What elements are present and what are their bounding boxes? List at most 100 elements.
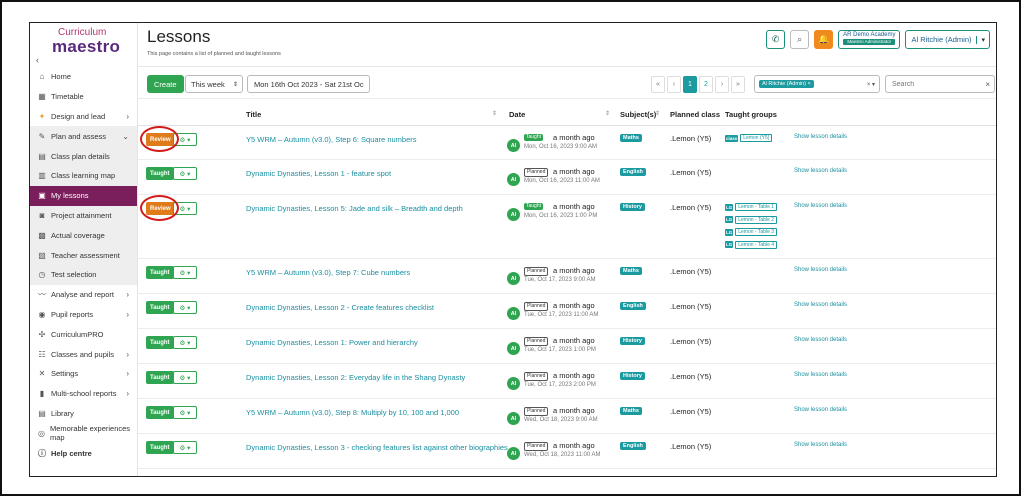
show-lesson-details-link[interactable]: Show lesson details [794,302,847,308]
sidebar-nav: ⌂ Home ▦ Timetable ✦ Design and lead › ✎ Plan an… [30,67,137,463]
sidebar-item-plan-and-assess[interactable]: ✎ Plan and assess ⌄ [30,126,137,147]
lesson-title-link[interactable]: Dynamic Dynasties, Lesson 1: Power and h… [246,338,418,347]
status-button[interactable]: Taught [146,406,174,419]
sidebar-item-multi-school-reports[interactable]: ▮ Multi-school reports › [30,384,137,404]
sidebar-item-label: Analyse and report [51,290,114,300]
sidebar-item-help-centre[interactable]: ⓘ Help centre [30,443,137,463]
clear-search-icon[interactable]: × [985,80,990,89]
sidebar-item-teacher-assessment[interactable]: ▨ Teacher assessment [30,245,137,265]
sort-icon[interactable]: ⇕ [605,110,610,117]
page-nav-button[interactable]: ‹ [667,76,681,93]
gear-icon[interactable]: ⚙ ▾ [173,336,197,349]
sidebar-item-timetable[interactable]: ▦ Timetable [30,87,137,107]
col-title[interactable]: Title [246,110,261,119]
group-name: Lemon - Table 3 [735,228,778,236]
show-lesson-details-link[interactable]: Show lesson details [794,267,847,273]
lesson-title-link[interactable]: Dynamic Dynasties, Lesson 5: Jade and si… [246,204,463,213]
lesson-title-link[interactable]: Dynamic Dynasties, Lesson 2: Everyday li… [246,373,465,382]
show-lesson-details-link[interactable]: Show lesson details [794,442,847,448]
status-button[interactable]: Taught [146,301,174,314]
week-select-value: This week [191,79,225,89]
show-lesson-details-link[interactable]: Show lesson details [794,337,847,343]
sidebar-item-label: Actual coverage [51,230,105,240]
show-lesson-details-link[interactable]: Show lesson details [794,372,847,378]
phone-icon[interactable]: ✆ [766,30,786,49]
page-nav-button[interactable]: » [731,76,745,93]
sidebar-item-actual-coverage[interactable]: ▩ Actual coverage [30,225,137,246]
col-date[interactable]: Date [509,110,525,119]
teacher-chip[interactable]: Al Ritchie (Admin) × [759,80,814,88]
chevron-down-icon[interactable]: ▾ [976,35,989,44]
search-icon[interactable]: ⌕ [790,30,810,49]
collapse-sidebar-icon[interactable]: ‹ [36,55,39,65]
planned-class: .Lemon (Y5) [670,267,712,276]
user-menu-button[interactable]: Al Ritchie (Admin) ▾ [905,30,990,49]
page-nav-button[interactable]: › [715,76,729,93]
status-button[interactable]: Taught [146,371,174,384]
filter-clear-dropdown-icon[interactable]: × ▾ [867,81,875,88]
sidebar-item-test-selection[interactable]: ◷ Test selection [30,264,137,285]
sidebar-item-settings[interactable]: ✕ Settings › [30,364,137,384]
sidebar-item-home[interactable]: ⌂ Home [30,67,137,87]
sort-icon[interactable]: ⇕ [492,110,497,117]
lesson-title-link[interactable]: Dynamic Dynasties, Lesson 2 - Create fea… [246,303,434,312]
page-nav-button[interactable]: « [651,76,665,93]
lesson-title-link[interactable]: Dynamic Dynasties, Lesson 1 - feature sp… [246,169,391,178]
clipboard-icon: ▨ [38,250,46,260]
relative-time: a month ago [553,441,595,450]
group-type-badge: LG [725,216,734,223]
sidebar-item-analyse-and-report[interactable]: 〰 Analyse and report › [30,285,137,305]
page-2-button[interactable]: 2 [699,76,713,93]
sidebar-item-curriculumpro[interactable]: ✣ CurriculumPRO [30,324,137,344]
teacher-filter[interactable]: Al Ritchie (Admin) × × ▾ [754,75,880,93]
sidebar-item-pupil-reports[interactable]: ◉ Pupil reports › [30,305,137,325]
show-lesson-details-link[interactable]: Show lesson details [794,134,847,140]
sidebar-item-classes-and-pupils[interactable]: ☷ Classes and pupils › [30,344,137,364]
page-1-button[interactable]: 1 [683,76,697,93]
library-icon: ▤ [38,408,46,418]
lesson-title-link[interactable]: Y5 WRM – Autumn (v3.0), Step 6: Square n… [246,135,417,144]
sort-icon[interactable]: ⇕ [655,110,660,117]
sidebar-item-design-and-lead[interactable]: ✦ Design and lead › [30,107,137,127]
search-box: × [885,75,995,93]
lesson-title-link[interactable]: Dynamic Dynasties, Lesson 3 - checking f… [246,443,508,452]
gear-icon[interactable]: ⚙ ▾ [173,371,197,384]
sidebar-item-library[interactable]: ▤ Library [30,404,137,424]
status-button[interactable]: Taught [146,167,174,180]
gear-icon[interactable]: ⚙ ▾ [173,266,197,279]
search-input[interactable] [892,80,982,88]
gear-icon[interactable]: ⚙ ▾ [173,167,197,180]
lesson-title-link[interactable]: Y5 WRM – Autumn (v3.0), Step 8: Multiply… [246,408,459,417]
gear-icon[interactable]: ⚙ ▾ [173,406,197,419]
show-lesson-details-link[interactable]: Show lesson details [794,407,847,413]
col-subjects[interactable]: Subject(s) [620,110,656,119]
table-header: Title ⇕ Date ⇕ Subject(s) ⇕ Planned clas… [138,100,996,126]
logo[interactable]: Curriculum maestro ‹ [30,23,137,67]
show-lesson-details-link[interactable]: Show lesson details [794,168,847,174]
calendar-icon: ▦ [38,92,46,102]
sidebar-item-class-learning-map[interactable]: ▥ Class learning map [30,165,137,186]
academy-switcher[interactable]: AR Demo Academy Maestro Administrator [838,30,901,49]
sidebar-item-project-attainment[interactable]: ◙ Project attainment [30,205,137,226]
table-row: Review ⚙ ▾ Dynamic Dynasties, Lesson 5: Ja… [138,195,996,259]
week-select[interactable]: This week ⇕ [185,75,243,93]
lesson-title-link[interactable]: Y5 WRM – Autumn (v3.0), Step 7: Cube num… [246,268,410,277]
sidebar: Curriculum maestro ‹ ⌂ Home ▦ Timetable ✦ Des… [30,23,138,476]
status-button[interactable]: Taught [146,266,174,279]
show-lesson-details-link[interactable]: Show lesson details [794,203,847,209]
subject-badge: Maths [620,267,642,275]
bell-icon[interactable]: 🔔 [814,30,834,49]
create-button[interactable]: Create [147,75,184,93]
status-button[interactable]: Taught [146,441,174,454]
status-button[interactable]: Taught [146,336,174,349]
group-type-badge: LG [725,203,734,211]
sidebar-item-class-plan-details[interactable]: ▤ Class plan details [30,146,137,166]
taught-group: LG Lemon - Table 4 [725,240,778,249]
gear-icon[interactable]: ⚙ ▾ [173,301,197,314]
gear-icon[interactable]: ⚙ ▾ [173,441,197,454]
sidebar-item-my-lessons[interactable]: ▣ My lessons [30,185,137,206]
analyse-icon: 〰 [38,290,46,300]
sidebar-item-memorable-experiences-map[interactable]: ◎ Memorable experiences map [30,423,137,443]
taught-group: class Lemon (Y5) [725,134,773,142]
date-range-input[interactable]: Mon 16th Oct 2023 - Sat 21st Oc [247,75,370,93]
